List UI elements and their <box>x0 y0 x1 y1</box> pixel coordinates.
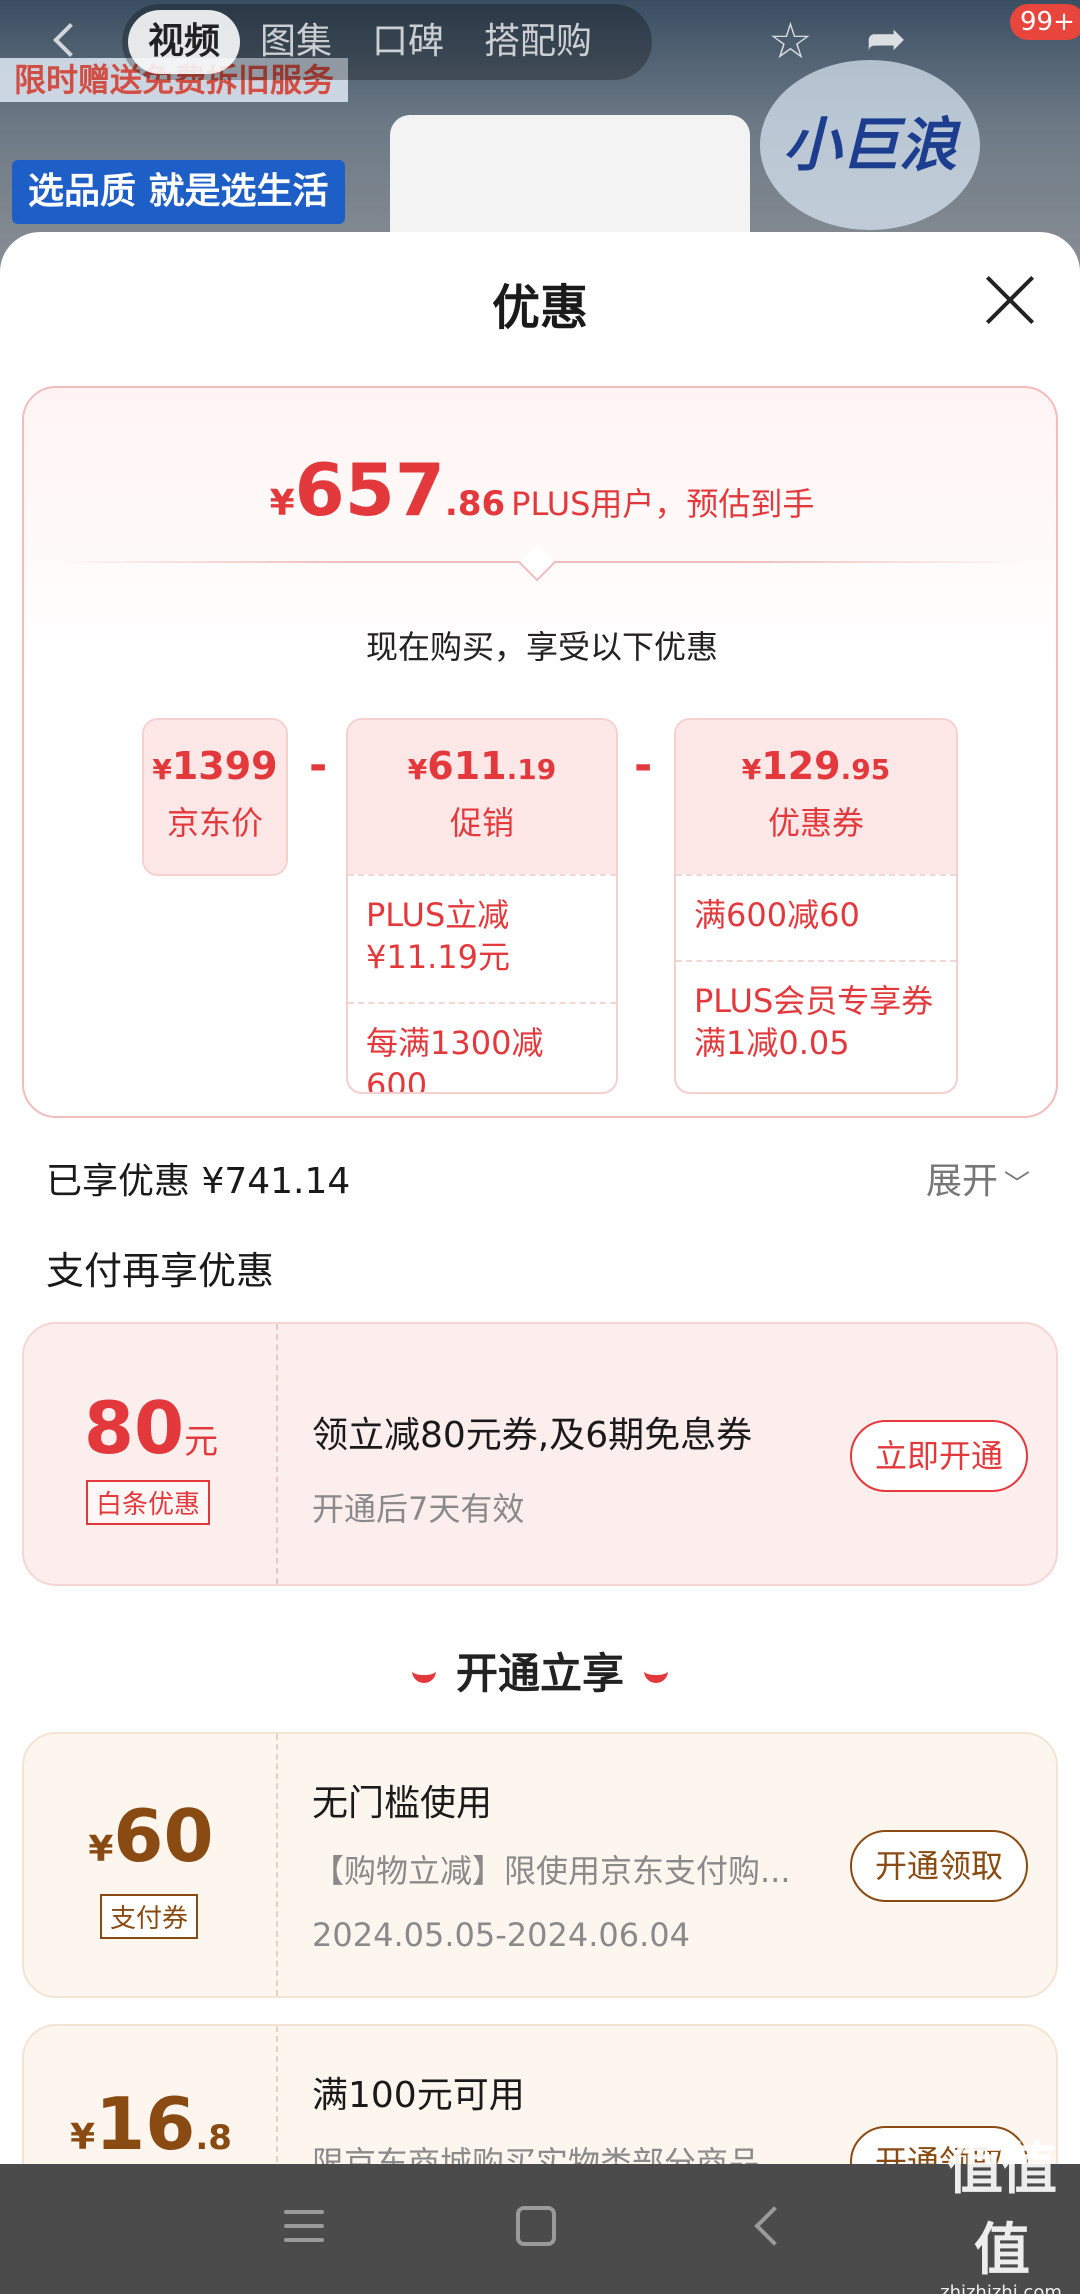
coupon-item: PLUS会员专享券满1减0.05 <box>676 960 956 1080</box>
baitiao-amount: 80元 <box>83 1386 219 1470</box>
divider-notch <box>518 544 556 582</box>
watermark-url: zhizhizhi.com <box>940 2282 1062 2294</box>
minus-sign: - <box>309 740 328 791</box>
open-now-heading: 开通立享 <box>0 1640 1080 1701</box>
smile-arc-icon <box>644 1671 668 1683</box>
promotion-item: PLUS立减 ¥11.19元 <box>348 874 616 1002</box>
open-now-button[interactable]: 立即开通 <box>850 1420 1028 1492</box>
watermark: 值值值 zhizhizhi.com <box>926 2124 1076 2294</box>
payment-coupon-card: ¥60 支付券 无门槛使用 【购物立减】限使用京东支付购... 2024.05.… <box>22 1732 1058 1998</box>
promotion-item: 每满1300减600 <box>348 1002 616 1092</box>
expand-label: 展开 <box>926 1161 999 1202</box>
coupon-description: 【购物立减】限使用京东支付购... <box>312 1852 791 1890</box>
system-back-icon[interactable] <box>754 2206 794 2246</box>
coupon-value: ¥16.8 <box>70 2082 232 2166</box>
price-integer: 657 <box>294 448 445 532</box>
tab-gallery[interactable]: 图集 <box>240 10 352 74</box>
system-navigation-bar <box>0 2164 1080 2294</box>
jd-price-box: ¥1399 京东价 <box>142 718 288 876</box>
message-count-badge[interactable]: 99+ <box>1010 4 1080 40</box>
coupon-head: ¥129.95 优惠券 <box>676 720 956 874</box>
currency-symbol: ¥ <box>269 483 295 524</box>
slogan-banner: 选品质 就是选生活 <box>12 160 345 224</box>
coupon-box: ¥129.95 优惠券 满600减60 PLUS会员专享券满1减0.05 <box>674 718 958 1094</box>
minus-sign: - <box>634 740 653 791</box>
coupon-tag: 支付券 <box>100 1894 199 1939</box>
pay-more-heading: 支付再享优惠 <box>46 1249 275 1293</box>
close-icon[interactable] <box>982 272 1038 328</box>
price-summary-card: ¥657.86 PLUS用户，预估到手 现在购买，享受以下优惠 ¥1399 京东价… <box>22 386 1058 1118</box>
page: 限时赠送免费拆旧服务 选品质 就是选生活 小巨浪 视频 图集 口碑 搭配购 ☆ … <box>0 0 1080 2294</box>
promotion-amount: ¥611.19 <box>407 744 557 788</box>
smile-arc-icon <box>411 1671 436 1683</box>
favorite-star-icon[interactable]: ☆ <box>768 16 813 66</box>
coupon-item: 满600减60 <box>676 874 956 960</box>
jd-price-label: 京东价 <box>166 804 263 842</box>
product-image <box>390 115 750 235</box>
brand-logo: 小巨浪 <box>760 60 980 230</box>
promotion-label: 促销 <box>449 804 514 842</box>
chevron-down-icon: ﹀ <box>1004 1170 1031 1200</box>
sheet-title: 优惠 <box>491 280 588 336</box>
claim-coupon-button[interactable]: 开通领取 <box>850 1830 1028 1902</box>
buy-now-text: 现在购买，享受以下优惠 <box>365 628 718 666</box>
baitiao-tag: 白条优惠 <box>86 1480 211 1525</box>
top-navigation: 视频 图集 口碑 搭配购 ☆ ➦ 99+ <box>0 0 1080 82</box>
jd-price-head: ¥1399 京东价 <box>144 720 286 874</box>
coupon-title: 无门槛使用 <box>312 1783 493 1824</box>
share-icon[interactable]: ➦ <box>866 14 906 64</box>
jd-price-amount: ¥1399 <box>152 744 278 788</box>
discount-sheet: 优惠 ¥657.86 PLUS用户，预估到手 现在购买，享受以下优惠 ¥1399 … <box>0 232 1080 2294</box>
price-description: PLUS用户，预估到手 <box>511 485 815 523</box>
baitiao-validity: 开通后7天有效 <box>312 1490 525 1528</box>
watermark-logo: 值值值 <box>947 2137 1057 2283</box>
enjoyed-discount: 已享优惠 ¥741.14 <box>46 1161 351 1202</box>
coupon-value: ¥60 <box>88 1794 214 1878</box>
recent-apps-icon[interactable] <box>284 2210 324 2244</box>
tab-reviews[interactable]: 口碑 <box>352 10 464 74</box>
home-icon[interactable] <box>516 2206 556 2246</box>
estimated-price: ¥657.86 PLUS用户，预估到手 <box>24 448 1060 532</box>
promotion-box: ¥611.19 促销 PLUS立减 ¥11.19元 每满1300减600 <box>346 718 618 1094</box>
back-arrow-icon[interactable] <box>46 18 86 64</box>
expand-toggle[interactable]: 展开 ﹀ <box>926 1152 1030 1204</box>
tab-bundle[interactable]: 搭配购 <box>464 10 612 74</box>
coupon-amount: ¥129.95 <box>741 744 891 788</box>
promotion-head: ¥611.19 促销 <box>348 720 616 874</box>
coupon-date-range: 2024.05.05-2024.06.04 <box>312 1916 690 1954</box>
baitiao-coupon-card: 80元 白条优惠 领立减80元券,及6期免息券 开通后7天有效 立即开通 <box>22 1322 1058 1586</box>
price-decimal: .86 <box>444 484 506 524</box>
coupon-label: 优惠券 <box>767 804 864 842</box>
tab-video[interactable]: 视频 <box>128 10 241 74</box>
baitiao-title: 领立减80元券,及6期免息券 <box>312 1415 753 1456</box>
coupon-title: 满100元可用 <box>312 2075 525 2116</box>
media-tabs: 视频 图集 口碑 搭配购 <box>122 4 652 80</box>
